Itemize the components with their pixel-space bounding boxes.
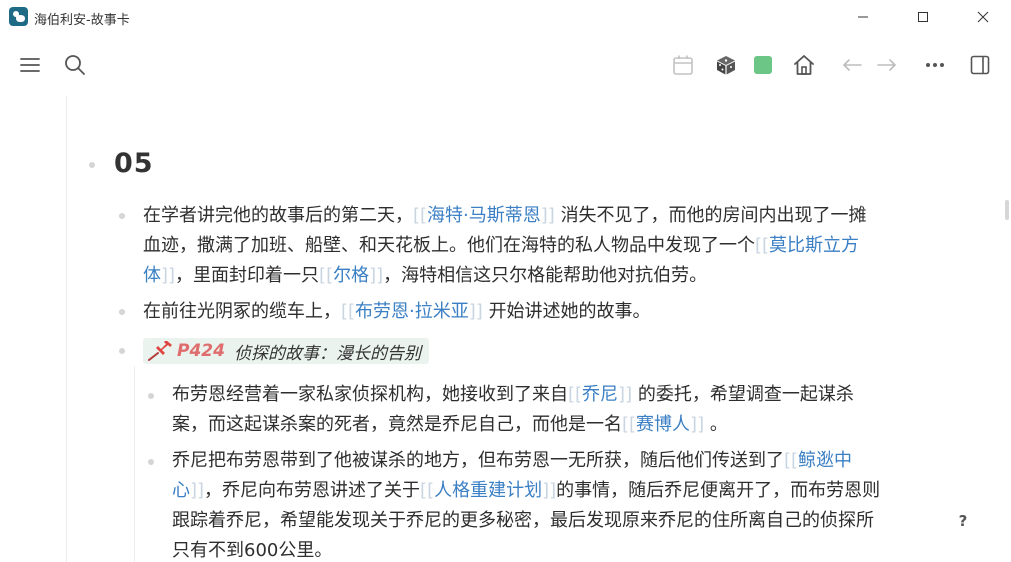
list-item-p2: 在前往光阴冢的缆车上，[[布劳恩·拉米亚]] 开始讲述她的故事。	[143, 297, 651, 327]
calendar-button[interactable]	[668, 50, 698, 80]
maximize-button[interactable]	[903, 2, 943, 32]
help-button[interactable]: ?	[954, 512, 972, 530]
green-status-button[interactable]	[748, 50, 778, 80]
bracket-open: [[	[420, 480, 435, 501]
search-button[interactable]	[60, 50, 90, 80]
page-number: P424	[177, 341, 225, 361]
maximize-icon	[918, 12, 928, 22]
list-item-bullet[interactable]	[148, 393, 154, 399]
list-item-p1: 在学者讲完他的故事后的第二天，[[海特·马斯蒂恩]] 消失不见了，而他的房间内出…	[143, 201, 867, 291]
forward-button[interactable]	[872, 50, 902, 80]
text-span: ，乔尼向布劳恩讲述了关于	[204, 480, 421, 501]
bracket-open: [[	[784, 450, 799, 471]
bracket-close: ]]	[468, 301, 483, 322]
link-erg[interactable]: 尔格	[333, 265, 369, 286]
menu-button[interactable]	[15, 50, 45, 80]
title-bar: 海伯利安-故事卡	[0, 0, 1011, 34]
close-icon	[977, 11, 989, 23]
arrow-right-icon	[877, 59, 896, 71]
bracket-close: ]]	[161, 265, 176, 286]
text-span: 的事情，随后乔尼便离开了，而布劳恩则	[556, 480, 881, 501]
minimize-icon	[858, 16, 868, 18]
text-span: ，里面封印着一只	[175, 265, 320, 286]
home-button[interactable]	[789, 50, 819, 80]
page-heading: 05	[114, 148, 154, 179]
indent-guide	[66, 96, 67, 562]
bracket-open: [[	[622, 414, 637, 435]
bracket-open: [[	[568, 384, 583, 405]
calendar-icon	[673, 55, 693, 75]
minimize-button[interactable]	[843, 2, 883, 32]
link-hyte-masteen[interactable]: 海特·马斯蒂恩	[427, 205, 541, 226]
link-core-center[interactable]: 鲸逖中	[798, 450, 852, 471]
more-icon	[926, 63, 944, 67]
text-span: 在学者讲完他的故事后的第二天，	[143, 205, 413, 226]
sidebar-toggle-button[interactable]	[965, 50, 995, 80]
bracket-close: ]]	[690, 414, 705, 435]
bracket-open: [[	[755, 235, 770, 256]
link-core-center-cont[interactable]: 心	[172, 480, 190, 501]
outline-content: 05 在学者讲完他的故事后的第二天，[[海特·马斯蒂恩]] 消失不见了，而他的房…	[0, 96, 1011, 562]
pushpin-icon	[148, 341, 172, 361]
text-span: 消失不见了，而他的房间内出现了一摊	[560, 205, 867, 226]
list-item-s1: 布劳恩经营着一家私家侦探机构，她接收到了来自[[乔尼]] 的委托，希望调查一起谋…	[172, 380, 854, 440]
text-span: 开始讲述她的故事。	[488, 301, 651, 322]
more-button[interactable]	[920, 50, 950, 80]
link-personality-reconstruction[interactable]: 人格重建计划	[434, 480, 542, 501]
text-span: 跟踪着乔尼，希望能发现关于乔尼的更多秘密，最后发现原来乔尼的住所离自己的侦探所	[172, 510, 874, 531]
list-item-bullet[interactable]	[119, 309, 125, 315]
menu-icon	[20, 58, 40, 72]
text-span: ，海特相信这只尔格能帮助他对抗伯劳。	[383, 265, 708, 286]
text-span: 只有不到600公里。	[172, 540, 333, 561]
list-item-bullet[interactable]	[148, 459, 154, 465]
text-span: 的委托，希望调查一起谋杀	[637, 384, 854, 405]
link-brawne-lamia[interactable]: 布劳恩·拉米亚	[355, 301, 469, 322]
scrollbar-thumb[interactable]	[1005, 200, 1009, 220]
bracket-close: ]]	[542, 480, 557, 501]
bracket-open: [[	[341, 301, 356, 322]
story-callout[interactable]: P424 侦探的故事：漫长的告别	[143, 338, 429, 364]
search-icon	[65, 55, 85, 75]
close-button[interactable]	[963, 2, 1003, 32]
random-dice-button[interactable]	[711, 50, 741, 80]
link-mobius-cube-cont[interactable]: 体	[143, 265, 161, 286]
heading-bullet[interactable]	[89, 162, 95, 168]
link-mobius-cube[interactable]: 莫比斯立方	[769, 235, 859, 256]
text-span: 在前往光阴冢的缆车上，	[143, 301, 341, 322]
arrow-left-icon	[843, 59, 862, 71]
callout-title: 侦探的故事：漫长的告别	[233, 343, 421, 364]
sidebar-toggle-icon	[970, 55, 990, 75]
indent-guide-nested	[134, 366, 135, 562]
bracket-close: ]]	[540, 205, 555, 226]
bracket-close: ]]	[618, 384, 633, 405]
app-icon	[9, 7, 28, 26]
link-johnny[interactable]: 乔尼	[582, 384, 618, 405]
home-icon	[794, 55, 814, 75]
back-button[interactable]	[837, 50, 867, 80]
bracket-close: ]]	[190, 480, 205, 501]
dice-icon	[717, 56, 735, 75]
green-square-icon	[754, 56, 772, 74]
link-cybrid[interactable]: 赛博人	[636, 414, 690, 435]
text-span: 血迹，撒满了加班、船壁、和天花板上。他们在海特的私人物品中发现了一个	[143, 235, 755, 256]
text-span: 案，而这起谋杀案的死者，竟然是乔尼自己，而他是一名	[172, 414, 622, 435]
text-span: 布劳恩经营着一家私家侦探机构，她接收到了来自	[172, 384, 568, 405]
list-item-bullet[interactable]	[119, 348, 125, 354]
bracket-open: [[	[413, 205, 428, 226]
list-item-s2: 乔尼把布劳恩带到了他被谋杀的地方，但布劳恩一无所获，随后他们传送到了[[鲸逖中 …	[172, 446, 880, 562]
bracket-close: ]]	[369, 265, 384, 286]
list-item-bullet[interactable]	[119, 213, 125, 219]
text-span: 乔尼把布劳恩带到了他被谋杀的地方，但布劳恩一无所获，随后他们传送到了	[172, 450, 784, 471]
bracket-open: [[	[319, 265, 334, 286]
text-span: 。	[709, 414, 728, 435]
toolbar	[0, 34, 1011, 96]
window-title: 海伯利安-故事卡	[34, 13, 130, 28]
